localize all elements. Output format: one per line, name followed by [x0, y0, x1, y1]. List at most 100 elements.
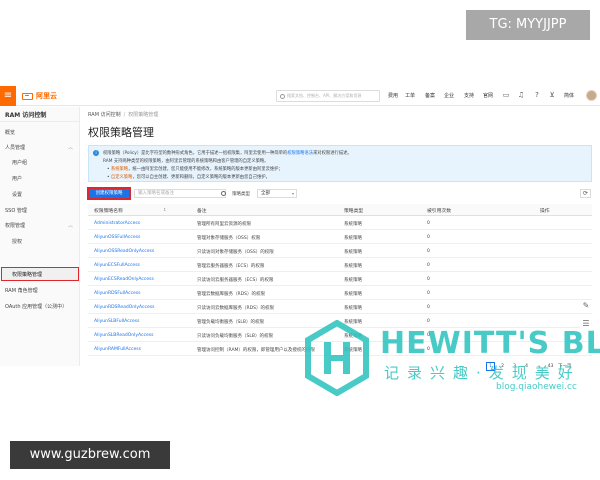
- page-button-last[interactable]: 43: [546, 362, 555, 371]
- info-line-4: • 自定义策略，您可以自主创建、更新和删除，自定义策略的版本更新由您自己维护。: [107, 175, 270, 180]
- create-policy-button[interactable]: 创建权限策略: [87, 187, 131, 200]
- refresh-icon: ⟳: [582, 190, 589, 197]
- sidebar: RAM 访问控制 概览 人员管理 ︿ 用户组 用户 设置 SSO 管理 权限管理…: [0, 107, 80, 366]
- policy-refs: 0: [427, 277, 430, 282]
- policy-desc: 管理对象存储服务（OSS）权限: [197, 236, 261, 241]
- top-link-ticket[interactable]: 工单: [405, 92, 415, 99]
- table-row: AliyunRAMFullAccess 管理访问控制（RAM）的权限，即管理用户…: [88, 342, 592, 356]
- top-link-enterprise[interactable]: 企业: [444, 92, 454, 99]
- sidebar-item-overview[interactable]: 概览: [5, 129, 15, 136]
- policy-table: 权限策略名称 ↕ 备注 策略类型 被引用次数 操作 AdministratorA…: [88, 204, 592, 356]
- policy-desc: 管理访问控制（RAM）的权限，即管理用户以及授权的权限: [197, 348, 315, 353]
- policy-refs: 0: [427, 333, 430, 338]
- table-row: AdministratorAccess 管理所有阿里云资源的权限 系统策略 0: [88, 216, 592, 230]
- policy-name-link[interactable]: AliyunRDSFullAccess: [94, 291, 141, 296]
- col-header-type: 策略类型: [344, 209, 364, 214]
- policy-type-label: 策略类型: [232, 192, 250, 197]
- sidebar-group-permissions[interactable]: 权限管理: [5, 222, 25, 229]
- sidebar-item-settings[interactable]: 设置: [12, 191, 22, 198]
- info-notice: i 权限策略（Policy）是比字符型的数种形式角色，它用于描述一组权限集，阿里…: [88, 145, 592, 182]
- global-search-input[interactable]: 搜索文档、控制台、API、解决方案和资源: [276, 90, 380, 102]
- top-link-official[interactable]: 官网: [483, 92, 493, 99]
- policy-desc: 只读访问云数据库服务（RDS）的权限: [197, 306, 274, 311]
- policy-name-link[interactable]: AliyunOSSFullAccess: [94, 235, 140, 240]
- page-ellipsis: ...: [536, 363, 541, 369]
- breadcrumb-current: 权限策略管理: [128, 112, 159, 118]
- chevron-up-icon[interactable]: ︿: [68, 222, 73, 229]
- policy-refs: 0: [427, 347, 430, 352]
- top-link-icp[interactable]: 备案: [425, 92, 435, 99]
- table-row: AliyunECSFullAccess 管理云服务器服务（ECS）的权限 系统策…: [88, 258, 592, 272]
- page-button-2[interactable]: 2: [498, 362, 507, 371]
- policy-type: 系统策略: [344, 236, 362, 241]
- search-icon[interactable]: [221, 191, 226, 196]
- policy-name-link[interactable]: AliyunOSSReadOnlyAccess: [94, 249, 154, 254]
- info-line-3: • 系统策略，统一由阿里云创建，您只能使用不能修改，系统策略的版本更新由阿里云维…: [107, 167, 283, 172]
- policy-name-link[interactable]: AliyunECSReadOnlyAccess: [94, 277, 154, 282]
- pagination: 1 2 3 4 ... 43 下一页: [486, 361, 572, 371]
- top-link-support[interactable]: 支持: [464, 92, 474, 99]
- tg-overlay-badge: TG: MYYJJPP: [466, 10, 590, 40]
- chat-icon[interactable]: ☰: [580, 318, 592, 330]
- policy-type: 系统策略: [344, 348, 362, 353]
- policy-name-link[interactable]: AdministratorAccess: [94, 221, 140, 226]
- policy-desc: 管理云服务器服务（ECS）的权限: [197, 264, 265, 269]
- logo-text: 阿里云: [36, 92, 57, 100]
- sidebar-item-policies[interactable]: 权限策略管理: [12, 271, 42, 278]
- sidebar-item-grants[interactable]: 授权: [12, 238, 22, 245]
- policy-name-link[interactable]: AliyunRDSReadOnlyAccess: [94, 305, 154, 310]
- policy-name-link[interactable]: AliyunSLBReadOnlyAccess: [94, 333, 153, 338]
- policy-name-link[interactable]: AliyunECSFullAccess: [94, 263, 140, 268]
- policy-name-link[interactable]: AliyunRAMFullAccess: [94, 347, 141, 352]
- page-button-4[interactable]: 4: [522, 362, 531, 371]
- policy-syntax-link[interactable]: 权限策略语法: [287, 151, 313, 156]
- sidebar-item-users[interactable]: 用户: [12, 175, 22, 182]
- aliyun-logo[interactable]: 阿里云: [22, 91, 57, 101]
- language-switch[interactable]: 简体: [564, 92, 574, 99]
- policy-type: 系统策略: [344, 306, 362, 311]
- sidebar-item-sso[interactable]: SSO 管理: [5, 207, 27, 214]
- sidebar-item-groups[interactable]: 用户组: [12, 159, 27, 166]
- sidebar-item-oauth[interactable]: OAuth 应用管理（公测中）: [5, 303, 67, 310]
- policy-type: 系统策略: [344, 292, 362, 297]
- bell-icon[interactable]: ♫: [517, 91, 525, 99]
- chevron-up-icon[interactable]: ︿: [68, 144, 73, 151]
- policy-desc: 只读访问对象存储服务（OSS）的权限: [197, 250, 274, 255]
- search-icon: [280, 93, 285, 99]
- policy-type: 系统策略: [344, 264, 362, 269]
- next-page-button[interactable]: 下一页: [558, 363, 572, 369]
- table-row: AliyunOSSReadOnlyAccess 只读访问对象存储服务（OSS）的…: [88, 244, 592, 258]
- sidebar-item-roles[interactable]: RAM 角色管理: [5, 287, 38, 294]
- policy-filter-input[interactable]: 输入策略名或备注: [134, 189, 226, 198]
- page-button-3[interactable]: 3: [510, 362, 519, 371]
- policy-refs: 0: [427, 235, 430, 240]
- watermark-url: blog.qiaohewei.cc: [496, 382, 577, 392]
- table-row: AliyunSLBFullAccess 管理负载均衡服务（SLB）的权限 系统策…: [88, 314, 592, 328]
- help-icon[interactable]: ?: [533, 91, 541, 99]
- refresh-button[interactable]: ⟳: [580, 189, 591, 198]
- menu-icon[interactable]: ≡: [0, 86, 16, 106]
- terminal-icon[interactable]: ▭: [502, 91, 510, 99]
- page-button-1[interactable]: 1: [486, 361, 495, 371]
- table-row: AliyunSLBReadOnlyAccess 只读访问负载均衡服务（SLB）的…: [88, 328, 592, 342]
- policy-refs: 0: [427, 305, 430, 310]
- user-avatar[interactable]: [586, 90, 597, 101]
- policy-type-select[interactable]: 全部 ▾: [257, 189, 297, 198]
- cart-icon[interactable]: ⊻: [548, 91, 556, 99]
- breadcrumb: RAM 访问控制 / 权限策略管理: [88, 112, 159, 118]
- policy-desc: 管理所有阿里云资源的权限: [197, 222, 251, 227]
- table-row: AliyunOSSFullAccess 管理对象存储服务（OSS）权限 系统策略…: [88, 230, 592, 244]
- breadcrumb-root[interactable]: RAM 访问控制: [88, 112, 121, 118]
- feedback-icon[interactable]: ✎: [580, 300, 592, 312]
- policy-refs: 0: [427, 263, 430, 268]
- sort-icon[interactable]: ↕: [163, 207, 166, 212]
- policy-name-link[interactable]: AliyunSLBFullAccess: [94, 319, 140, 324]
- col-header-actions: 操作: [540, 209, 550, 214]
- policy-type: 系统策略: [344, 334, 362, 339]
- info-icon: i: [93, 150, 99, 156]
- sidebar-group-identities[interactable]: 人员管理: [5, 144, 25, 151]
- site-overlay-badge: www.guzbrew.com: [10, 441, 170, 469]
- top-link-billing[interactable]: 费用: [388, 92, 398, 99]
- main-content: RAM 访问控制 / 权限策略管理 权限策略管理 i 权限策略（Policy）是比字…: [82, 107, 600, 371]
- policy-type: 系统策略: [344, 222, 362, 227]
